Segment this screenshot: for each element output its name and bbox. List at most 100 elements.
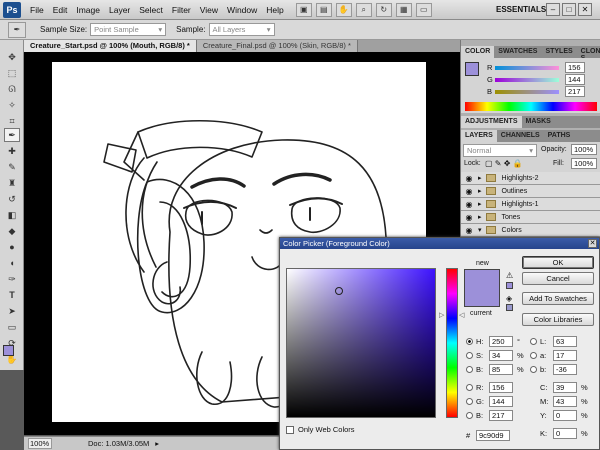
maximize-button[interactable]: □ <box>562 3 576 16</box>
layer-row[interactable]: ◉ ▸ Highlights-1 <box>461 198 600 211</box>
b-radio[interactable] <box>466 366 473 373</box>
r-field[interactable]: 156 <box>489 382 513 393</box>
hex-field[interactable]: 9c90d9 <box>476 430 510 441</box>
menu-image[interactable]: Image <box>76 5 100 15</box>
h-field[interactable]: 250 <box>489 336 513 347</box>
chevron-right-icon[interactable]: ▸ <box>478 213 482 221</box>
chevron-right-icon[interactable]: ▸ <box>155 439 159 448</box>
arrange-documents-icon[interactable]: ▦ <box>395 2 412 17</box>
web-safe-icon[interactable]: ◈ <box>506 294 512 303</box>
chevron-right-icon[interactable]: ▸ <box>478 174 482 182</box>
menu-layer[interactable]: Layer <box>109 5 130 15</box>
tab-channels[interactable]: CHANNELS <box>497 130 544 142</box>
s-field[interactable]: 34 <box>489 350 513 361</box>
gamut-swatch[interactable] <box>506 282 513 289</box>
tab-layers[interactable]: LAYERS <box>461 130 497 142</box>
pen-tool-icon[interactable]: ✑ <box>4 272 20 286</box>
b-value[interactable]: 217 <box>565 86 585 97</box>
menu-window[interactable]: Window <box>227 5 257 15</box>
hand-tool-icon[interactable]: ✋ <box>335 2 352 17</box>
tab-styles[interactable]: STYLES <box>541 46 576 58</box>
r-slider[interactable] <box>495 65 559 70</box>
zoom-level[interactable]: 100% <box>28 438 52 449</box>
foreground-color-swatch[interactable] <box>3 345 14 356</box>
k-field[interactable]: 0 <box>553 428 577 439</box>
hue-slider-handle-right[interactable]: ◁ <box>459 311 464 319</box>
dialog-title-bar[interactable]: Color Picker (Foreground Color) ✕ <box>280 238 599 249</box>
eyedropper-tool-icon[interactable]: ✒ <box>4 128 20 142</box>
only-web-colors-checkbox[interactable] <box>286 425 294 434</box>
y-field[interactable]: 0 <box>553 410 577 421</box>
panel-foreground-swatch[interactable] <box>465 62 479 76</box>
layer-row[interactable]: ◉ ▾ Colors <box>461 224 600 237</box>
tab-creature-start[interactable]: Creature_Start.psd @ 100% (Mouth, RGB/8)… <box>24 40 197 52</box>
color-field-marker[interactable] <box>335 287 343 295</box>
sample-size-select[interactable]: Point Sample ▾ <box>90 23 167 36</box>
eye-icon[interactable]: ◉ <box>464 186 474 196</box>
menu-edit[interactable]: Edit <box>53 5 68 15</box>
crop-tool-icon[interactable]: ⌗ <box>4 114 20 128</box>
chevron-down-icon[interactable]: ▾ <box>478 226 482 234</box>
marquee-tool-icon[interactable]: ⬚ <box>4 66 20 80</box>
history-brush-tool-icon[interactable]: ↺ <box>4 192 20 206</box>
eraser-tool-icon[interactable]: ◧ <box>4 208 20 222</box>
eyedropper-preset-icon[interactable]: ✒ <box>8 21 26 38</box>
color-ramp[interactable] <box>465 102 597 111</box>
tab-color[interactable]: COLOR <box>461 46 495 58</box>
color-libraries-button[interactable]: Color Libraries <box>522 313 594 326</box>
menu-select[interactable]: Select <box>139 5 163 15</box>
healing-brush-tool-icon[interactable]: ✚ <box>4 144 20 158</box>
eye-icon[interactable]: ◉ <box>464 212 474 222</box>
chevron-right-icon[interactable]: ▸ <box>478 200 482 208</box>
eye-icon[interactable]: ◉ <box>464 199 474 209</box>
eye-icon[interactable]: ◉ <box>464 225 474 235</box>
h-radio[interactable] <box>466 338 473 345</box>
tab-swatches[interactable]: SWATCHES <box>494 46 541 58</box>
tab-clone-source[interactable]: CLONE S <box>577 46 600 62</box>
gamut-warning-icon[interactable]: ⚠ <box>506 271 513 280</box>
tab-creature-final[interactable]: Creature_Final.psd @ 100% (Skin, RGB/8) … <box>196 40 358 52</box>
tab-paths[interactable]: PATHS <box>544 130 575 142</box>
sample-select[interactable]: All Layers ▾ <box>208 23 275 36</box>
workspace-switcher[interactable]: ESSENTIALS <box>496 5 546 14</box>
menu-filter[interactable]: Filter <box>172 5 191 15</box>
b-slider[interactable] <box>495 89 559 94</box>
tab-masks[interactable]: MASKS <box>522 116 555 128</box>
screen-mode-icon[interactable]: ▭ <box>415 2 432 17</box>
r-value[interactable]: 156 <box>565 62 585 73</box>
cancel-button[interactable]: Cancel <box>522 272 594 285</box>
lasso-tool-icon[interactable]: ᘏ <box>4 82 20 96</box>
tab-adjustments[interactable]: ADJUSTMENTS <box>461 116 522 128</box>
paint-bucket-tool-icon[interactable]: ◆ <box>4 224 20 238</box>
fill-value[interactable]: 100% <box>571 158 597 169</box>
minimize-button[interactable]: – <box>546 3 560 16</box>
type-tool-icon[interactable]: T <box>4 288 20 302</box>
menu-file[interactable]: File <box>30 5 44 15</box>
zoom-tool-icon[interactable]: ⌕ <box>355 2 372 17</box>
menu-view[interactable]: View <box>200 5 218 15</box>
chevron-right-icon[interactable]: ▸ <box>478 187 482 195</box>
s-radio[interactable] <box>466 352 473 359</box>
rotate-view-icon[interactable]: ↻ <box>375 2 392 17</box>
r-radio[interactable] <box>466 384 473 391</box>
g-slider[interactable] <box>495 77 559 82</box>
l-field[interactable]: 63 <box>553 336 577 347</box>
menu-help[interactable]: Help <box>266 5 283 15</box>
lock-icons[interactable]: ▢ ✎ ✥ 🔒 <box>485 159 523 168</box>
layer-row[interactable]: ◉ ▸ Tones <box>461 211 600 224</box>
shape-tool-icon[interactable]: ▭ <box>4 320 20 334</box>
lab-b-radio[interactable] <box>530 366 537 373</box>
opacity-value[interactable]: 100% <box>571 144 597 155</box>
add-to-swatches-button[interactable]: Add To Swatches <box>522 292 594 305</box>
blue-field[interactable]: 217 <box>489 410 513 421</box>
brush-tool-icon[interactable]: ✎ <box>4 160 20 174</box>
c-field[interactable]: 39 <box>553 382 577 393</box>
g-radio[interactable] <box>466 398 473 405</box>
blend-mode-select[interactable]: Normal ▾ <box>463 144 537 157</box>
b-field[interactable]: 85 <box>489 364 513 375</box>
saturation-brightness-field[interactable] <box>286 268 436 418</box>
a-field[interactable]: 17 <box>553 350 577 361</box>
a-radio[interactable] <box>530 352 537 359</box>
move-tool-icon[interactable]: ✥ <box>4 50 20 64</box>
close-button[interactable]: ✕ <box>578 3 592 16</box>
